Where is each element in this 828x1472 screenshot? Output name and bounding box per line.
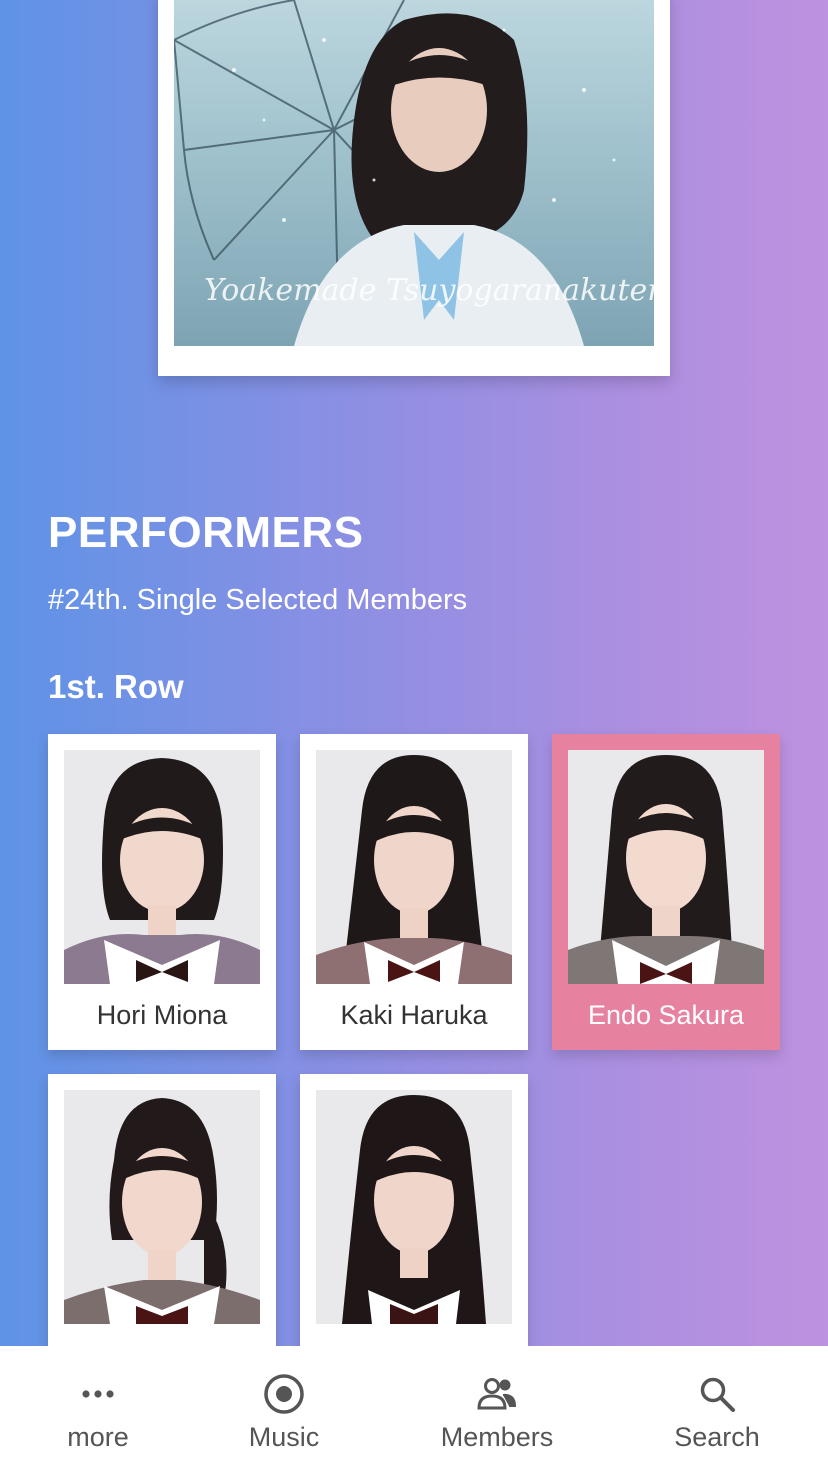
- tab-label: Music: [248, 1422, 320, 1452]
- member-card[interactable]: [48, 1074, 276, 1390]
- members-icon: [477, 1378, 517, 1410]
- member-card-endo-sakura[interactable]: Endo Sakura: [552, 734, 780, 1050]
- member-card[interactable]: [300, 1074, 528, 1390]
- tab-members[interactable]: Members: [407, 1346, 587, 1472]
- performers-subtitle: #24th. Single Selected Members: [48, 584, 468, 616]
- album-cover-frame: Yoakemade Tsuyogaranakutemoii: [158, 0, 670, 376]
- album-cover-image: Yoakemade Tsuyogaranakutemoii: [174, 0, 654, 346]
- member-card-hori-miona[interactable]: Hori Miona: [48, 734, 276, 1050]
- member-photo: [568, 750, 764, 984]
- performers-title: PERFORMERS: [48, 508, 364, 557]
- row-title-1st: 1st. Row: [48, 668, 184, 705]
- member-photo: [64, 750, 260, 984]
- tab-label: Search: [674, 1422, 760, 1452]
- tab-label: more: [67, 1422, 129, 1452]
- tab-music[interactable]: Music: [194, 1346, 374, 1472]
- member-name: Hori Miona: [96, 1000, 228, 1030]
- music-disc-icon: [264, 1374, 304, 1414]
- member-photo: [316, 750, 512, 984]
- member-name: Endo Sakura: [587, 1000, 745, 1030]
- cover-script-text: Yoakemade Tsuyogaranakutemoii: [204, 273, 654, 308]
- tab-more[interactable]: more: [8, 1346, 188, 1472]
- member-name: Kaki Haruka: [340, 1000, 488, 1030]
- more-icon: [82, 1390, 114, 1398]
- member-card-kaki-haruka[interactable]: Kaki Haruka: [300, 734, 528, 1050]
- bottom-tab-bar: more Music Members Search: [0, 1346, 828, 1472]
- tab-search[interactable]: Search: [627, 1346, 807, 1472]
- search-icon: [700, 1377, 735, 1412]
- member-photo: [316, 1090, 512, 1324]
- member-photo: [64, 1090, 260, 1324]
- tab-label: Members: [440, 1422, 554, 1452]
